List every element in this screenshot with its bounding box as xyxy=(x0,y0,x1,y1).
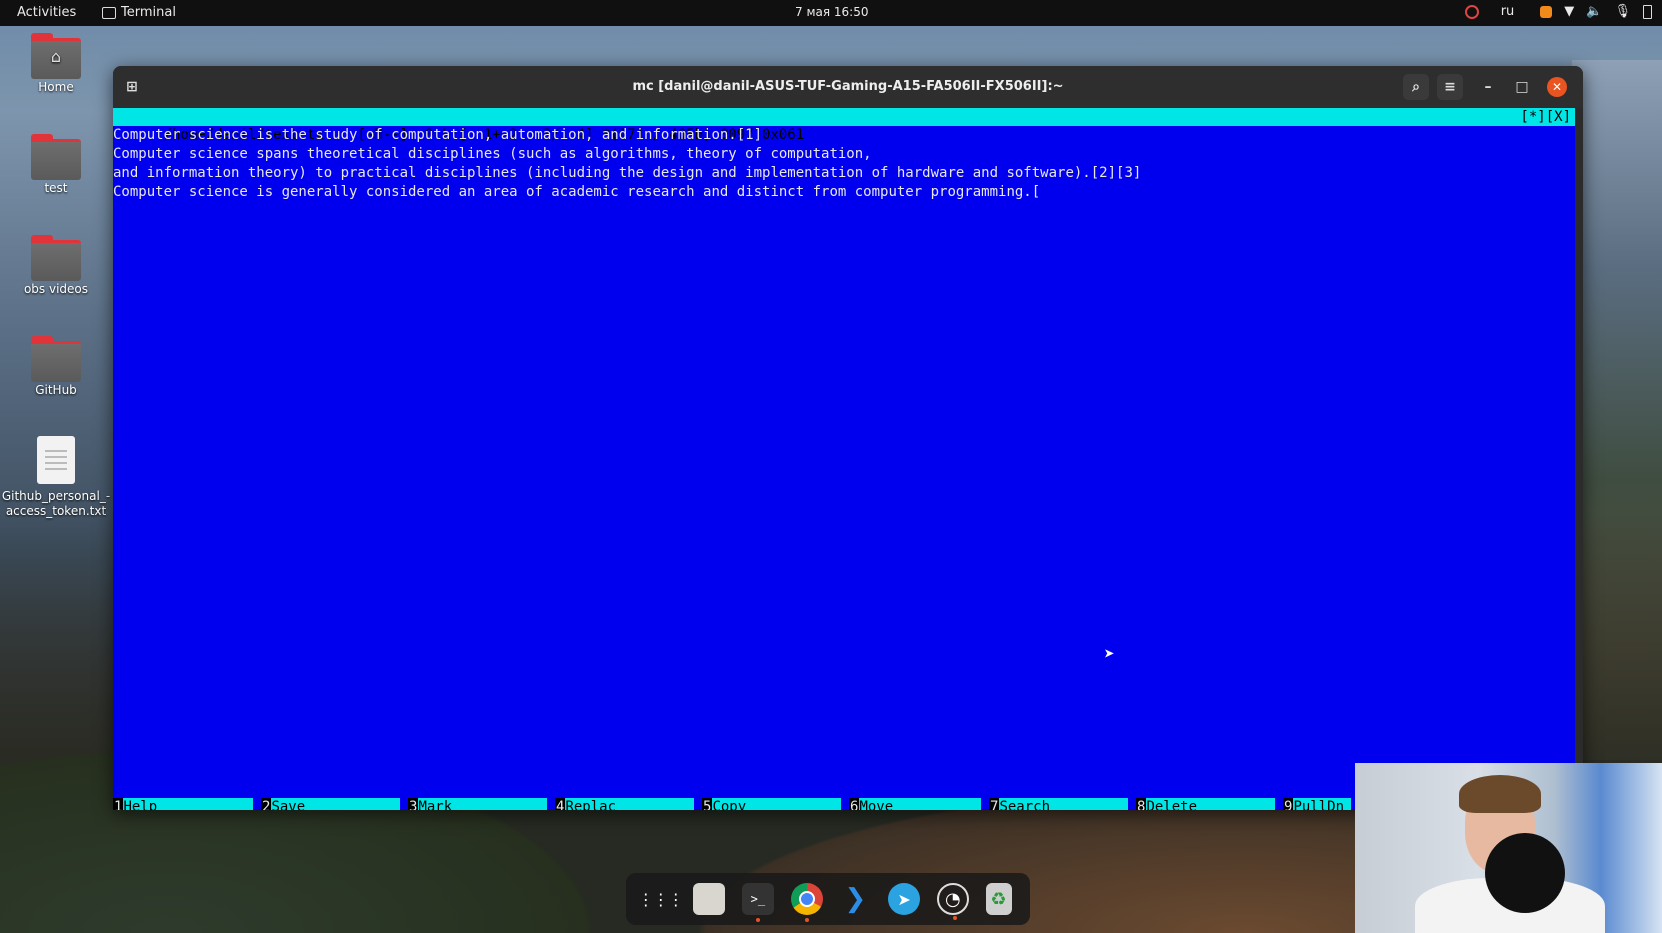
files-icon[interactable] xyxy=(693,883,726,915)
terminal-icon[interactable]: >_ xyxy=(741,883,774,922)
desktop-item-label: Home xyxy=(38,80,74,94)
keyboard-layout[interactable]: ru xyxy=(1501,4,1515,19)
terminal-window: ⊞ mc [danil@danil-ASUS-TUF-Gaming-A15-FA… xyxy=(113,66,1583,810)
maximize-icon[interactable]: □ xyxy=(1509,74,1535,100)
telegram-icon[interactable]: ➤ xyxy=(888,883,921,915)
text-file-icon xyxy=(37,436,75,484)
status-window-buttons[interactable]: [*][X] xyxy=(1520,108,1571,126)
desktop-item-label: test xyxy=(44,181,68,195)
fkey-save[interactable]: 2 Save xyxy=(253,798,400,810)
mouse-pointer-icon: ➤ xyxy=(1104,644,1115,665)
window-title: mc [danil@danil-ASUS-TUF-Gaming-A15-FA50… xyxy=(632,79,1064,94)
fkey-copy[interactable]: 5 Copy xyxy=(694,798,841,810)
text-line-1[interactable]: Computer science is the study of computa… xyxy=(113,126,762,144)
desktop-item-test[interactable]: test xyxy=(0,134,112,195)
function-key-bar: 1 Help 2 Save 3 Mark 4 Replac 5 Copy 6 Move 7S… xyxy=(113,798,1351,810)
desktop-item-label: obs videos xyxy=(23,282,89,296)
obs-icon[interactable]: ◔ xyxy=(936,883,969,920)
folder-icon xyxy=(31,235,81,281)
fkey-search[interactable]: 7 Search xyxy=(981,798,1128,810)
text-line-4[interactable]: Computer science is generally considered… xyxy=(113,183,1040,201)
app-grid-icon[interactable]: ⋮⋮⋮ xyxy=(638,883,684,915)
fkey-delete[interactable]: 8 Delete xyxy=(1128,798,1275,810)
search-icon[interactable]: ⌕ xyxy=(1403,74,1429,100)
mcedit-editor[interactable]: /home/danil/text.txt [-M--] 0 L:[ 1+ 2 3… xyxy=(113,108,1575,810)
desktop-item-home[interactable]: ⌂ Home xyxy=(0,33,112,94)
clock[interactable]: 7 мая 16:50 xyxy=(795,5,868,19)
text-line-3[interactable]: and information theory) to practical dis… xyxy=(113,164,1141,182)
trash-icon[interactable]: ♻ xyxy=(985,883,1012,915)
fkey-pulldown[interactable]: 9 PullDn xyxy=(1275,798,1351,810)
obs-tray-icon[interactable] xyxy=(1464,4,1479,19)
vscode-icon[interactable]: ❯ xyxy=(839,883,871,915)
fkey-move[interactable]: 6 Move xyxy=(841,798,981,810)
microphone-icon[interactable]: 🎙 xyxy=(1614,4,1631,19)
desktop-item-label: Github_personal_- access_token.txt xyxy=(1,489,111,518)
terminal-small-icon xyxy=(102,6,116,19)
fkey-replace[interactable]: 4 Replac xyxy=(547,798,694,810)
scrollbar[interactable] xyxy=(1575,108,1583,810)
battery-icon[interactable] xyxy=(1643,4,1652,19)
menu-icon[interactable]: ≡ xyxy=(1437,74,1463,100)
fkey-mark[interactable]: 3 Mark xyxy=(400,798,547,810)
app-menu[interactable]: Terminal xyxy=(102,5,176,20)
top-bar: Activities Terminal 7 мая 16:50 ru ▼ 🔈 🎙 xyxy=(0,0,1662,26)
title-bar[interactable]: ⊞ mc [danil@danil-ASUS-TUF-Gaming-A15-FA… xyxy=(113,66,1583,108)
folder-icon xyxy=(31,134,81,180)
home-folder-icon: ⌂ xyxy=(31,33,81,79)
app-name: Terminal xyxy=(121,5,176,20)
webcam-overlay xyxy=(1355,763,1662,933)
close-icon[interactable]: ✕ xyxy=(1547,77,1567,97)
text-line-2[interactable]: Computer science spans theoretical disci… xyxy=(113,145,872,163)
fkey-help[interactable]: 1 Help xyxy=(113,798,253,810)
desktop-item-obs-videos[interactable]: obs videos xyxy=(0,235,112,296)
wifi-icon[interactable]: ▼ xyxy=(1564,4,1574,19)
volume-icon[interactable]: 🔈 xyxy=(1586,4,1602,19)
activities-button[interactable]: Activities xyxy=(17,5,76,20)
desktop-item-token-file[interactable]: Github_personal_- access_token.txt xyxy=(0,436,112,519)
chrome-icon[interactable] xyxy=(790,883,823,922)
minimize-icon[interactable]: – xyxy=(1475,74,1501,100)
editor-status-bar: /home/danil/text.txt [-M--] 0 L:[ 1+ 2 3… xyxy=(113,108,1575,143)
desktop-item-label: GitHub xyxy=(35,383,77,397)
folder-icon xyxy=(31,336,81,382)
desktop-item-github[interactable]: GitHub xyxy=(0,336,112,397)
notification-app-icon[interactable] xyxy=(1540,5,1553,18)
dock: ⋮⋮⋮ >_ ❯ ➤ ◔ ♻ xyxy=(626,873,1030,925)
system-tray[interactable]: ru ▼ 🔈 🎙 xyxy=(1464,4,1652,19)
